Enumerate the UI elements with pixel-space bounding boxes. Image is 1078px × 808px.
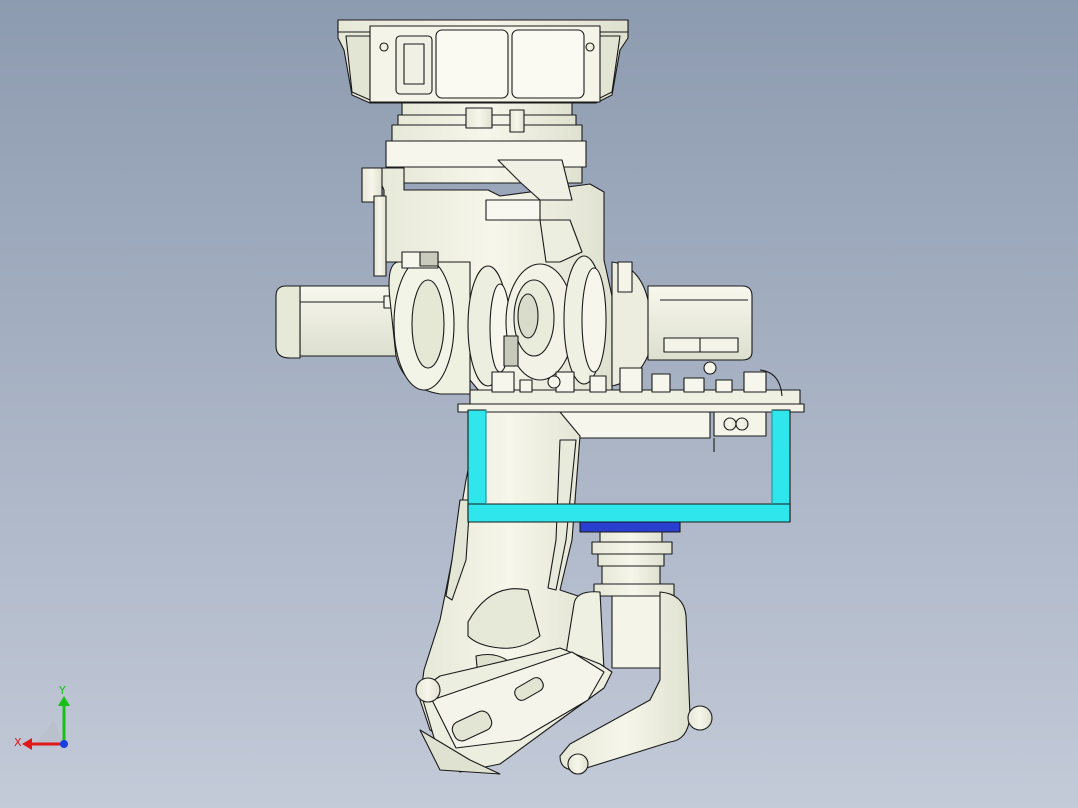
right-axis-motor[interactable] bbox=[647, 285, 753, 361]
wrist-joint[interactable] bbox=[565, 531, 675, 671]
triad-plane bbox=[34, 720, 64, 746]
axis-triad: Y X bbox=[14, 684, 78, 756]
base-mount[interactable] bbox=[337, 19, 629, 104]
left-gear-reducer[interactable] bbox=[388, 251, 471, 395]
center-joint[interactable] bbox=[467, 263, 575, 387]
robot-model[interactable] bbox=[275, 19, 805, 775]
wrist-flange[interactable] bbox=[579, 521, 681, 533]
x-axis-head bbox=[22, 738, 32, 750]
y-axis-head bbox=[58, 696, 70, 706]
x-axis-label: X bbox=[14, 736, 22, 749]
y-axis-label: Y bbox=[58, 684, 66, 697]
z-axis-dot bbox=[60, 740, 68, 748]
cad-viewport[interactable] bbox=[0, 0, 1078, 808]
